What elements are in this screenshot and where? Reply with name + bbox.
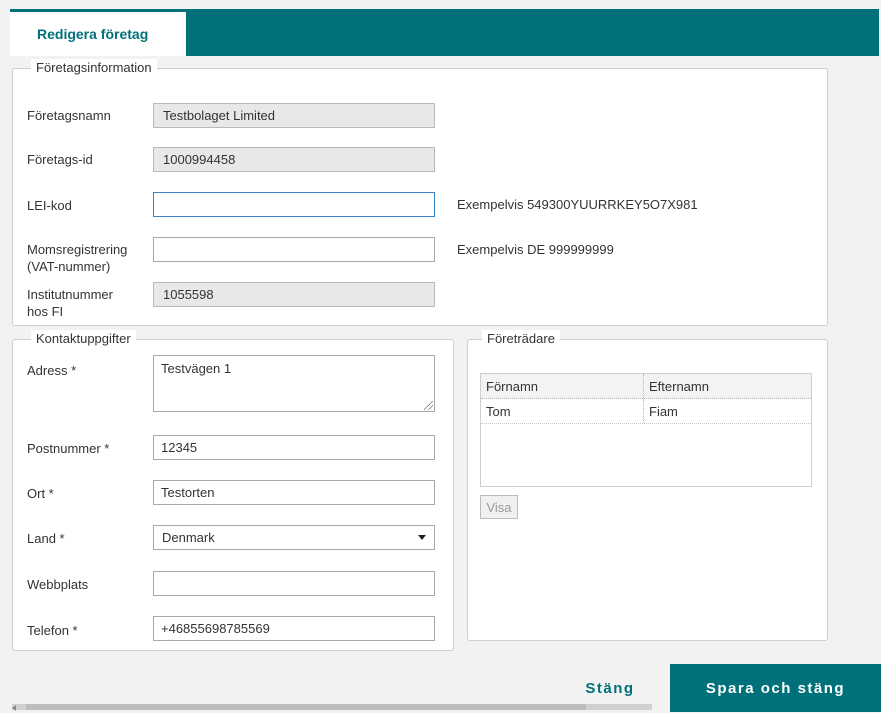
fi-number-value: 1055598 bbox=[163, 287, 214, 302]
website-input[interactable] bbox=[153, 571, 435, 596]
postal-code-input[interactable] bbox=[153, 435, 435, 460]
website-label: Webbplats bbox=[27, 577, 89, 592]
phone-input[interactable] bbox=[153, 616, 435, 641]
company-id-field: 1000994458 bbox=[153, 147, 435, 172]
country-value: Denmark bbox=[162, 530, 215, 545]
country-label: Land * bbox=[27, 531, 65, 546]
column-header-first-name[interactable]: Förnamn bbox=[481, 374, 644, 398]
address-input[interactable]: Testvägen 1 bbox=[153, 355, 435, 412]
scrollbar-thumb[interactable] bbox=[26, 704, 586, 710]
resize-grip-icon[interactable] bbox=[424, 401, 433, 410]
company-name-value: Testbolaget Limited bbox=[163, 108, 276, 123]
view-button-label: Visa bbox=[486, 499, 512, 515]
company-info-panel: Företagsinformation Företagsnamn Testbol… bbox=[12, 59, 828, 326]
address-label: Adress * bbox=[27, 363, 77, 378]
view-button[interactable]: Visa bbox=[480, 495, 518, 519]
fi-number-field: 1055598 bbox=[153, 282, 435, 307]
tab-edit-company[interactable]: Redigera företag bbox=[10, 9, 186, 56]
tab-edit-company-label: Redigera företag bbox=[37, 26, 149, 42]
chevron-down-icon bbox=[418, 535, 426, 540]
company-name-label: Företagsnamn bbox=[27, 108, 111, 123]
horizontal-scrollbar[interactable] bbox=[12, 704, 652, 710]
vat-label-line1: Momsregistrering bbox=[27, 242, 128, 257]
save-and-close-button-label: Spara och stäng bbox=[705, 679, 846, 697]
lei-label: LEI-kod bbox=[27, 198, 72, 213]
vat-input[interactable] bbox=[153, 237, 435, 262]
contact-panel: Kontaktuppgifter Adress * Testvägen 1 Po… bbox=[12, 330, 454, 651]
scroll-left-arrow-icon[interactable] bbox=[12, 705, 16, 711]
company-info-legend: Företagsinformation bbox=[31, 59, 157, 77]
lei-input[interactable] bbox=[153, 192, 435, 217]
first-name-cell: Tom bbox=[481, 399, 644, 423]
contact-legend: Kontaktuppgifter bbox=[31, 330, 136, 348]
fi-number-label-line2: hos FI bbox=[27, 304, 64, 319]
company-id-value: 1000994458 bbox=[163, 152, 236, 167]
company-name-field: Testbolaget Limited bbox=[153, 103, 435, 128]
country-select[interactable]: Denmark bbox=[153, 525, 435, 550]
representatives-panel: Företrädare Förnamn Efternamn Tom Fiam V… bbox=[467, 330, 828, 641]
company-id-label: Företags-id bbox=[27, 152, 93, 167]
postal-code-label: Postnummer * bbox=[27, 441, 110, 456]
vat-hint: Exempelvis DE 999999999 bbox=[457, 242, 614, 257]
address-wrapper: Testvägen 1 bbox=[153, 355, 435, 412]
table-header-row: Förnamn Efternamn bbox=[481, 374, 811, 399]
last-name-cell: Fiam bbox=[649, 403, 678, 419]
fi-number-label-line1: Institutnummer bbox=[27, 287, 113, 302]
column-header-last-name[interactable]: Efternamn bbox=[644, 374, 811, 398]
save-and-close-button[interactable]: Spara och stäng bbox=[670, 664, 881, 712]
vat-label-line2: (VAT-nummer) bbox=[27, 259, 111, 274]
table-row[interactable]: Tom Fiam bbox=[481, 399, 811, 424]
close-button-label: Stäng bbox=[585, 679, 635, 697]
tab-bar: Redigera företag bbox=[10, 9, 879, 56]
representatives-table: Förnamn Efternamn Tom Fiam bbox=[480, 373, 812, 487]
lei-hint: Exempelvis 549300YUURRKEY5O7X981 bbox=[457, 197, 698, 212]
phone-label: Telefon * bbox=[27, 623, 78, 638]
representatives-legend: Företrädare bbox=[482, 330, 560, 348]
close-button[interactable]: Stäng bbox=[574, 670, 646, 706]
city-label: Ort * bbox=[27, 486, 54, 501]
city-input[interactable] bbox=[153, 480, 435, 505]
